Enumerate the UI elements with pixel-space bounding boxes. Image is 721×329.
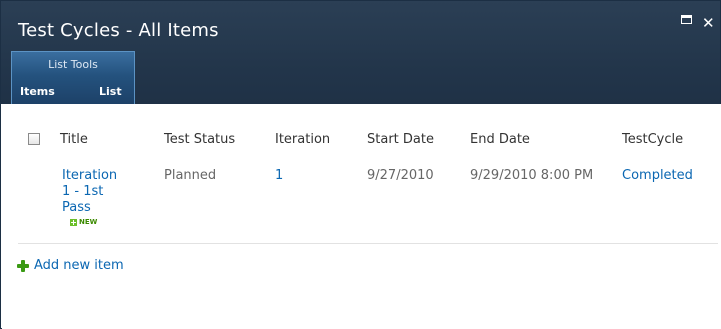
ribbon-contextual-group: List Tools Items List	[11, 51, 135, 104]
item-test-status: Planned	[164, 168, 217, 183]
window-controls: ✕	[680, 13, 716, 31]
item-title-line: Iteration	[62, 168, 118, 183]
row-divider	[18, 243, 718, 244]
column-header-end-date[interactable]: End Date	[470, 132, 530, 147]
dialog-title: Test Cycles - All Items	[18, 20, 219, 41]
maximize-button[interactable]	[680, 13, 694, 27]
dialog-window: Test Cycles - All Items ✕ List Tools Ite…	[0, 0, 721, 329]
new-icon	[70, 218, 77, 226]
column-header-iteration[interactable]: Iteration	[275, 132, 330, 147]
dialog-titlebar: Test Cycles - All Items ✕ List Tools Ite…	[1, 1, 720, 104]
column-header-title[interactable]: Title	[60, 132, 88, 147]
close-icon: ✕	[702, 14, 715, 32]
new-badge-label: NEW	[79, 218, 98, 226]
item-start-date: 9/27/2010	[367, 168, 434, 183]
column-header-testcycle[interactable]: TestCycle	[622, 132, 683, 147]
list-view: Title Test Status Iteration Start Date E…	[2, 104, 721, 329]
tab-items[interactable]: Items	[20, 85, 55, 98]
ribbon-group-label: List Tools	[48, 58, 98, 71]
item-title-link[interactable]: Iteration 1 - 1st Pass	[62, 168, 142, 216]
add-new-item-button[interactable]: Add new item	[17, 258, 124, 273]
item-iteration-link[interactable]: 1	[275, 168, 283, 183]
tab-list[interactable]: List	[99, 85, 122, 98]
close-button[interactable]: ✕	[702, 13, 716, 31]
column-header-start-date[interactable]: Start Date	[367, 132, 434, 147]
maximize-icon	[681, 15, 692, 24]
add-new-item-label: Add new item	[34, 258, 124, 273]
item-title-line: 1 - 1st	[62, 184, 104, 199]
select-all-checkbox[interactable]	[28, 133, 40, 145]
item-end-date: 9/29/2010 8:00 PM	[470, 168, 594, 183]
item-title-line: Pass	[62, 200, 91, 215]
item-testcycle-link[interactable]: Completed	[622, 168, 693, 183]
add-icon	[17, 259, 29, 272]
column-header-test-status[interactable]: Test Status	[164, 132, 235, 147]
new-badge: NEW	[70, 218, 97, 226]
